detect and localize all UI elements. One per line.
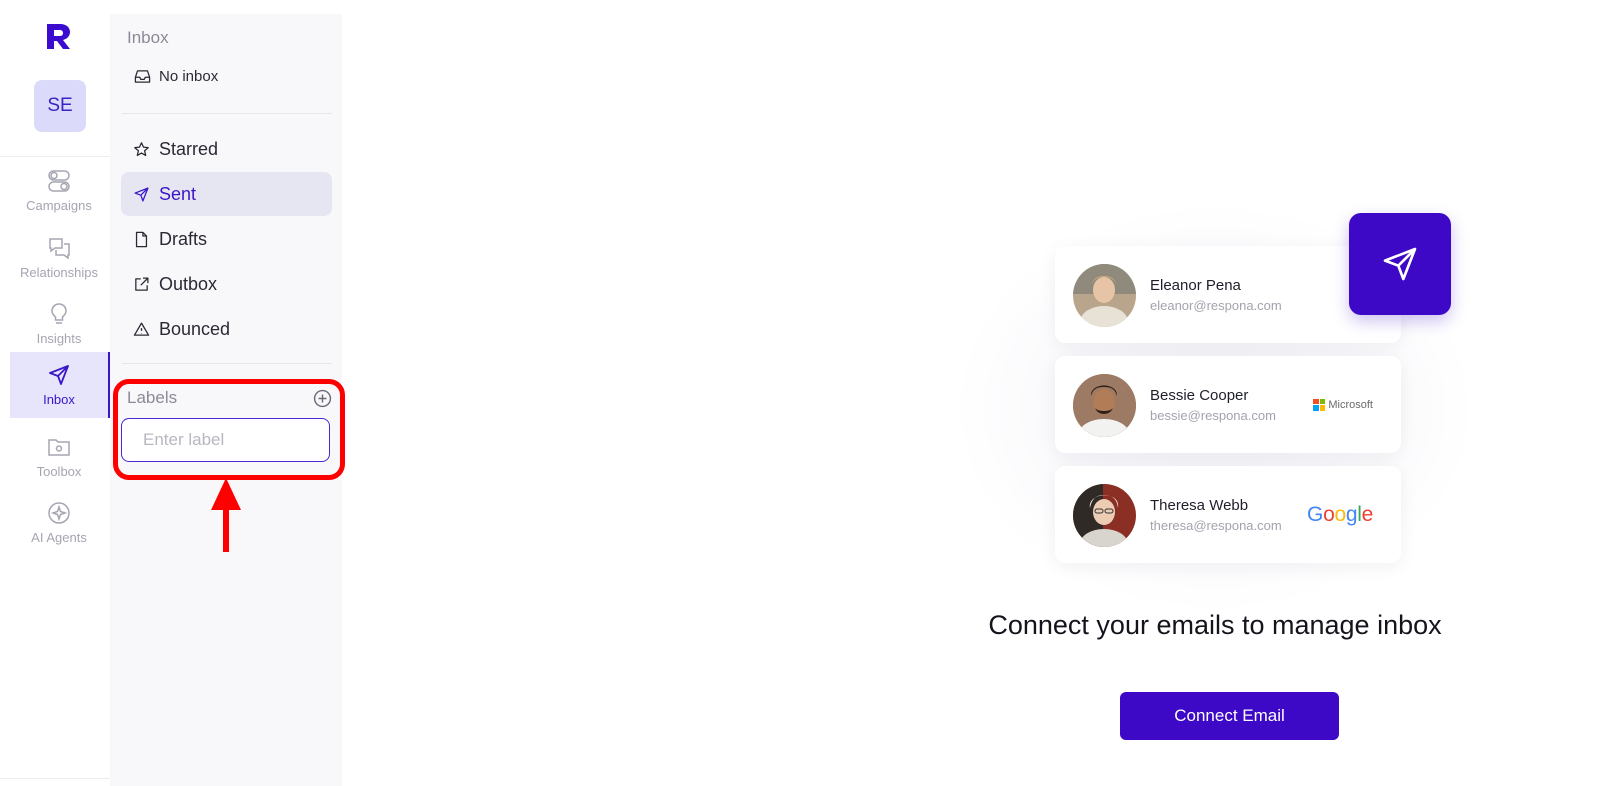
rail-divider (0, 778, 110, 779)
lightbulb-icon (51, 303, 67, 324)
nav-item-label: Sent (159, 183, 197, 204)
nav-item-bounced[interactable]: Bounced (121, 307, 332, 351)
file-icon (135, 231, 148, 247)
rail-item-label: Campaigns (26, 198, 92, 213)
contact-photo (1073, 264, 1136, 327)
nav-item-label: Starred (159, 138, 219, 159)
send-icon (1383, 247, 1417, 281)
send-icon (49, 365, 69, 385)
rail-item-label: Insights (36, 331, 82, 346)
rail-item-campaigns[interactable]: Campaigns (10, 158, 108, 224)
rail-item-relationships[interactable]: Relationships (10, 225, 108, 291)
contact-name: Eleanor Pena (1150, 277, 1241, 294)
contact-email: eleanor@respona.com (1150, 298, 1282, 313)
contact-photo (1073, 374, 1136, 437)
nav-item-label: Drafts (159, 228, 208, 249)
rail-item-label: Toolbox (36, 464, 82, 479)
nav-item-starred[interactable]: Starred (121, 127, 332, 171)
empty-state-headline: Connect your emails to manage inbox (988, 610, 1442, 640)
contact-email: theresa@respona.com (1150, 518, 1282, 533)
external-link-icon (135, 276, 149, 291)
microsoft-grid-icon (1313, 398, 1326, 411)
nav-item-label: Bounced (159, 318, 231, 339)
workspace-avatar[interactable]: SE (34, 80, 86, 132)
rail-item-inbox[interactable]: Inbox (10, 352, 111, 418)
brand-name: Google (1307, 502, 1373, 526)
send-icon (134, 186, 149, 202)
send-tile-icon (1349, 213, 1451, 315)
contact-name: Bessie Cooper (1150, 387, 1249, 404)
contact-card: Bessie Cooper bessie@respona.com Microso… (1055, 356, 1401, 453)
sidebar-divider (122, 363, 332, 364)
connect-email-button[interactable]: Connect Email (1120, 692, 1339, 740)
icon-rail: SE Campaigns Relationships Insights Inbo… (0, 0, 111, 786)
ai-star-icon (48, 502, 70, 524)
inbox-tray-icon (134, 70, 151, 83)
rail-item-label: Inbox (43, 392, 75, 407)
respona-logo[interactable] (43, 20, 73, 52)
chat-bubbles-icon (49, 238, 70, 260)
rail-item-label: AI Agents (31, 530, 87, 545)
sidebar-title: Inbox (127, 28, 169, 47)
star-icon (134, 141, 149, 156)
annotation-arrow-icon (211, 478, 241, 552)
contact-photo (1073, 484, 1136, 547)
microsoft-logo: Microsoft (1313, 356, 1373, 453)
contact-name: Theresa Webb (1150, 497, 1249, 514)
nav-item-sent[interactable]: Sent (121, 172, 332, 216)
rail-divider (0, 156, 110, 157)
contact-email: bessie@respona.com (1150, 408, 1276, 423)
gear-folder-icon (48, 439, 70, 456)
nav-item-drafts[interactable]: Drafts (121, 217, 332, 261)
no-inbox-item[interactable]: No inbox (134, 68, 218, 85)
nav-item-outbox[interactable]: Outbox (121, 262, 332, 306)
nav-item-label: Outbox (159, 273, 218, 294)
contact-card: Theresa Webb theresa@respona.com Google (1055, 466, 1401, 563)
google-logo: Google (1307, 466, 1373, 563)
toggles-icon (48, 170, 70, 192)
annotation-highlight-box (113, 379, 345, 480)
rail-item-ai-agents[interactable]: AI Agents (10, 490, 108, 556)
brand-name: Microsoft (1328, 398, 1373, 411)
rail-item-label: Relationships (19, 265, 99, 280)
sidebar-divider (122, 113, 332, 114)
rail-item-toolbox[interactable]: Toolbox (10, 424, 108, 490)
warning-icon (133, 321, 150, 336)
rail-item-insights[interactable]: Insights (10, 291, 108, 357)
no-inbox-label: No inbox (159, 68, 219, 85)
